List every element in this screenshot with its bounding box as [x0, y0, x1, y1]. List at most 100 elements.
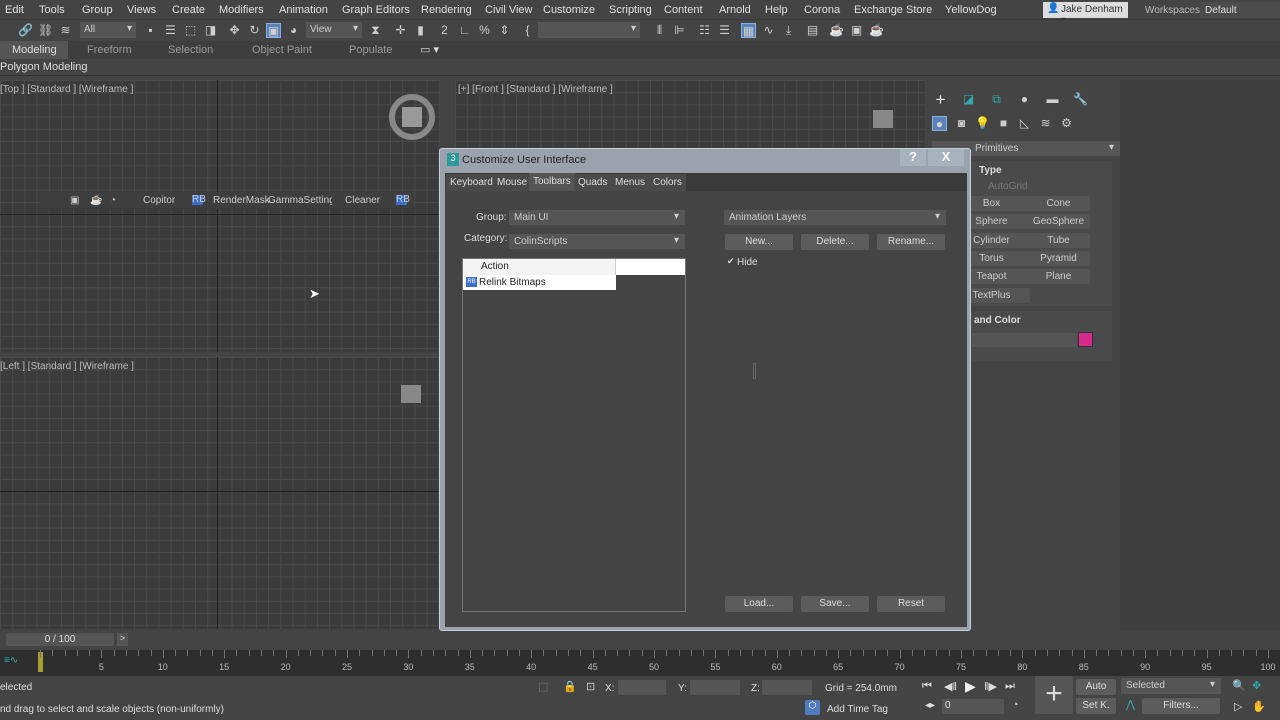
polygon-modeling-panel[interactable]: Polygon Modeling	[0, 61, 87, 73]
primitive-tube-button[interactable]: Tube	[1027, 232, 1090, 248]
utilities-tab-icon[interactable]: 🔧	[1073, 92, 1088, 107]
new-toolbar-button[interactable]: New...	[725, 234, 793, 250]
select-manipulate-icon[interactable]: ✛	[393, 23, 408, 38]
menu-edit[interactable]: Edit	[5, 4, 24, 16]
angle-snap-icon[interactable]: ∟	[457, 23, 472, 38]
lights-icon[interactable]: 💡	[975, 116, 990, 131]
percent-snap-icon[interactable]: %	[477, 23, 492, 38]
zoom-all-icon[interactable]: ✥	[1252, 679, 1261, 692]
ribbon-tab-object-paint[interactable]: Object Paint	[252, 44, 312, 56]
toolbar-dropdown[interactable]: Animation Layers	[724, 210, 946, 225]
spinner-snap-icon[interactable]: ⇕	[497, 23, 512, 38]
add-time-tag-label[interactable]: Add Time Tag	[827, 704, 888, 715]
menu-exchange-store[interactable]: Exchange Store	[854, 4, 932, 16]
select-object-icon[interactable]: ▪	[143, 23, 158, 38]
close-button[interactable]: X	[928, 149, 964, 166]
tab-keyboard[interactable]: Keyboard	[446, 174, 497, 191]
primitive-textplus-button[interactable]: TextPlus	[967, 287, 1030, 303]
isolate-selection-icon[interactable]: ⬚	[538, 680, 548, 693]
keyboard-shortcut-icon[interactable]: ▮	[413, 23, 428, 38]
current-frame-field[interactable]: 0	[942, 699, 1004, 714]
viewport-top[interactable]: [Top ] [Standard ] [Wireframe ]	[0, 80, 440, 352]
group-dropdown[interactable]: Main UI	[509, 210, 685, 225]
y-coordinate-field[interactable]	[690, 680, 740, 695]
category-dropdown[interactable]: ColinScripts	[509, 234, 685, 249]
menu-customize[interactable]: Customize	[543, 4, 595, 16]
key-filters-button[interactable]: Filters...	[1142, 698, 1220, 714]
selection-filter-dropdown[interactable]: All	[80, 22, 136, 38]
user-account-button[interactable]: 👤 Jake Denham ▾	[1043, 2, 1128, 26]
menu-create[interactable]: Create	[172, 4, 205, 16]
menu-help[interactable]: Help	[765, 4, 788, 16]
delete-toolbar-button[interactable]: Delete...	[801, 234, 869, 250]
rendermask-button[interactable]: RenderMask	[213, 195, 270, 206]
previous-frame-icon[interactable]: ◀‖	[944, 680, 957, 693]
viewcube-icon[interactable]	[389, 94, 435, 140]
relink-bitmaps-icon[interactable]: RB	[396, 195, 410, 205]
render-setup-icon[interactable]: ☕	[829, 23, 844, 38]
rename-toolbar-button[interactable]: Rename...	[877, 234, 945, 250]
load-button[interactable]: Load...	[725, 596, 793, 612]
primitive-box-button[interactable]: Box	[967, 196, 1030, 211]
menu-animation[interactable]: Animation	[279, 4, 328, 16]
viewport-top-label[interactable]: [Top ] [Standard ] [Wireframe ]	[0, 84, 133, 95]
create-tab-icon[interactable]: +	[933, 91, 948, 108]
select-by-name-icon[interactable]: ☰	[163, 23, 178, 38]
name-field[interactable]	[972, 333, 1077, 347]
auto-key-button[interactable]: Auto	[1076, 679, 1116, 695]
named-selection-dropdown[interactable]	[538, 22, 640, 38]
ribbon-tab-freeform[interactable]: Freeform	[87, 44, 132, 56]
menu-modifiers[interactable]: Modifiers	[219, 4, 264, 16]
link-icon[interactable]: 🔗	[18, 23, 33, 38]
viewcube-icon[interactable]	[873, 110, 893, 128]
menu-tools[interactable]: Tools	[39, 4, 65, 16]
primitive-pyramid-button[interactable]: Pyramid	[1027, 250, 1090, 266]
field-of-view-icon[interactable]: ▷	[1234, 700, 1242, 713]
ribbon-options-icon[interactable]: ▭ ▾	[420, 43, 439, 56]
schematic-view-icon[interactable]: ⤓	[781, 23, 796, 38]
modify-tab-icon[interactable]: ◪	[961, 92, 976, 107]
next-frame-button[interactable]: >	[117, 633, 128, 646]
set-key-button[interactable]: Set K.	[1076, 698, 1116, 714]
z-coordinate-field[interactable]	[762, 680, 812, 695]
viewport-front-label[interactable]: [+] [Front ] [Standard ] [Wireframe ]	[458, 84, 613, 95]
menu-views[interactable]: Views	[127, 4, 156, 16]
key-filter-dropdown[interactable]: Selected	[1121, 678, 1221, 694]
autogrid-checkbox[interactable]: AutoGrid	[988, 181, 1027, 192]
tab-mouse[interactable]: Mouse	[493, 174, 532, 191]
primitive-cone-button[interactable]: Cone	[1027, 196, 1090, 211]
geometry-icon[interactable]: ●	[932, 116, 947, 131]
rollout-title[interactable]: and Color	[974, 315, 1021, 326]
menu-group[interactable]: Group	[82, 4, 113, 16]
layer-explorer-icon[interactable]: ☰	[717, 23, 732, 38]
menu-content[interactable]: Content	[664, 4, 703, 16]
menu-rendering[interactable]: Rendering	[421, 4, 472, 16]
tab-menus[interactable]: Menus	[611, 174, 650, 191]
place-icon[interactable]: ◕	[286, 23, 301, 38]
bind-space-warp-icon[interactable]: ≋	[58, 23, 73, 38]
scene-explorer-icon[interactable]: ☷	[697, 23, 712, 38]
save-button[interactable]: Save...	[801, 596, 869, 612]
rotate-icon[interactable]: ↻	[247, 23, 262, 38]
action-list-item[interactable]: RB Relink Bitmaps	[463, 275, 616, 290]
cameras-icon[interactable]: ■	[996, 116, 1011, 131]
ribbon-tab-populate[interactable]: Populate	[349, 44, 392, 56]
menu-civil-view[interactable]: Civil View	[485, 4, 532, 16]
set-key-big-button[interactable]: +	[1035, 676, 1073, 714]
timer-icon[interactable]: ◔	[110, 195, 116, 206]
pan-icon[interactable]: ✋	[1252, 700, 1266, 713]
absolute-mode-icon[interactable]: ⊡	[586, 680, 595, 693]
primitive-geosphere-button[interactable]: GeoSphere	[1027, 214, 1090, 230]
menu-arnold[interactable]: Arnold	[719, 4, 751, 16]
rollout-title[interactable]: Type	[979, 165, 1002, 176]
primitive-teapot-button[interactable]: Teapot	[967, 269, 1030, 285]
gammasettings-button[interactable]: GammaSettings	[268, 195, 332, 206]
zoom-icon[interactable]: 🔍	[1232, 679, 1246, 692]
mirror-icon[interactable]: ⫴	[652, 23, 667, 38]
key-tangent-icon[interactable]: ⋀	[1126, 698, 1135, 711]
motion-tab-icon[interactable]: ●	[1017, 92, 1032, 107]
toggle-ribbon-icon[interactable]: ▦	[741, 23, 756, 38]
next-frame-icon[interactable]: ‖▶	[984, 680, 997, 693]
ribbon-tab-modeling[interactable]: Modeling	[0, 41, 68, 59]
object-color-swatch[interactable]	[1078, 332, 1093, 347]
